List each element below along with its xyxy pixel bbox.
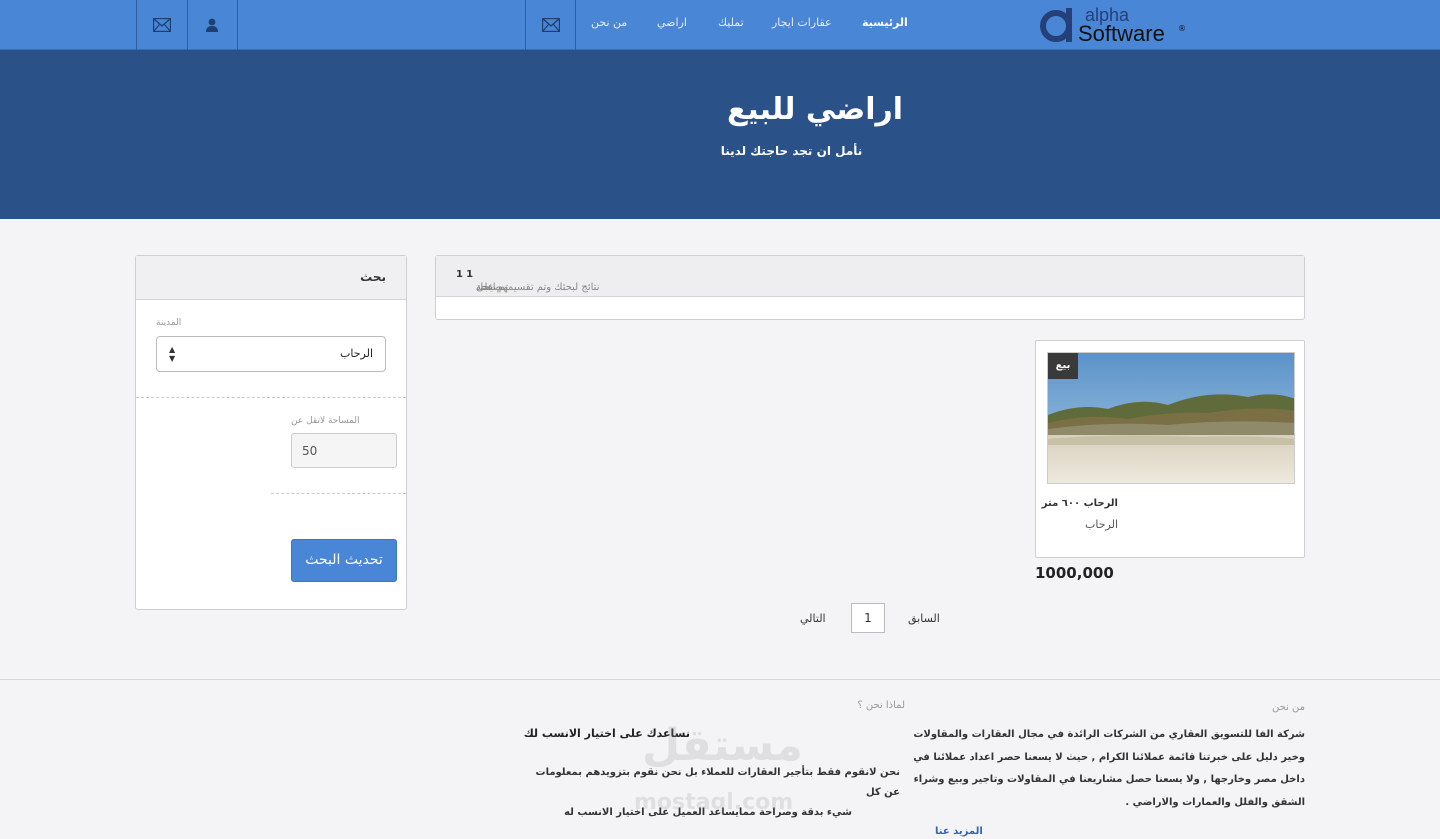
divider [136, 397, 406, 398]
listing-location: الرحاب [1085, 518, 1118, 531]
nav-about[interactable]: من نحن [591, 0, 627, 46]
why-line: شيء بدقة وصراحة ممايساعد العميل على اختي… [564, 807, 852, 818]
page-subtitle: نأمل ان تجد حاجتك لدينا [720, 144, 863, 158]
city-select-value: الرحاب [340, 347, 373, 360]
area-label: المساحة لاتقل عن [291, 416, 360, 426]
mail-icon [541, 18, 560, 32]
results-summary-text: تم ايجاد 1 نتائج لبحثك وتم تقسيمهم على 1… [456, 269, 599, 293]
page-title: اراضي للبيع [726, 92, 904, 127]
why-line: نحن لانقوم فقط بتأجير العقارات للعملاء ب… [535, 767, 900, 798]
mail-button[interactable] [136, 0, 188, 50]
pagination-page-1[interactable]: 1 [851, 603, 885, 633]
hero-banner: اراضي للبيع نأمل ان تجد حاجتك لدينا [0, 50, 1440, 219]
divider [271, 493, 406, 494]
nav-lands[interactable]: اراضي [657, 0, 687, 46]
contact-mail-button[interactable] [525, 0, 576, 50]
update-search-button[interactable]: تحديث البحث [291, 539, 397, 582]
user-icon [206, 18, 218, 32]
listing-photo[interactable]: بيع [1047, 352, 1295, 484]
listing-price: 1000,000 [1035, 564, 1114, 582]
about-heading: من نحن [1272, 702, 1305, 713]
more-about-link[interactable]: المزيد عنا [935, 826, 983, 837]
search-panel: بحث المدينة الرحاب ▲▼ المساحة لاتقل عن ت… [135, 255, 407, 610]
results-summary-box: تم ايجاد 1 نتائج لبحثك وتم تقسيمهم على 1… [435, 255, 1305, 320]
logo-registered-mark: ® [1178, 24, 1186, 33]
why-text: نحن لانقوم فقط بتأجير العقارات للعملاء ب… [520, 763, 900, 823]
top-navbar: من نحن اراضي تمليك عقارات ايجار الرئيسية… [0, 0, 1440, 50]
results-suffix: صفحة [476, 282, 502, 293]
about-line: شركة الفا للتسويق العقاري من الشركات الر… [913, 729, 1305, 740]
search-panel-header: بحث [136, 256, 406, 300]
logo-mark-bar [1066, 8, 1072, 42]
search-heading: بحث [360, 270, 386, 284]
nav-home[interactable]: الرئيسية [862, 0, 908, 46]
mail-icon [153, 18, 171, 32]
brand-logo[interactable]: alpha Software ® [1040, 6, 1190, 46]
results-summary-header: تم ايجاد 1 نتائج لبحثك وتم تقسيمهم على 1… [436, 256, 1304, 297]
sale-badge: بيع [1048, 353, 1078, 379]
results-pages: 1 [456, 269, 463, 280]
why-title: نساعدك على اختيار الانسب لك [523, 727, 690, 740]
land-photo-image [1048, 353, 1294, 483]
nav-rentals[interactable]: عقارات ايجار [772, 0, 832, 46]
listing-card[interactable]: بيع الرحاب ٦٠٠ متر الرحاب [1035, 340, 1305, 558]
pagination-next[interactable]: التالي [800, 612, 826, 625]
listing-title[interactable]: الرحاب ٦٠٠ متر [1042, 498, 1118, 509]
city-select[interactable]: الرحاب ▲ ▼ [156, 336, 386, 372]
results-count: 1 [466, 269, 474, 280]
area-input[interactable] [291, 433, 397, 468]
user-button[interactable] [187, 0, 238, 50]
pagination-prev[interactable]: السابق [908, 612, 940, 625]
logo-text-bottom: Software [1078, 21, 1165, 46]
select-arrows-icon: ▲ ▼ [169, 345, 176, 363]
why-heading: لماذا نحن ؟ [857, 700, 905, 711]
nav-ownership[interactable]: تمليك [718, 0, 744, 46]
city-label: المدينة [156, 318, 182, 328]
footer: من نحن شركة الفا للتسويق العقاري من الشر… [0, 679, 1440, 839]
